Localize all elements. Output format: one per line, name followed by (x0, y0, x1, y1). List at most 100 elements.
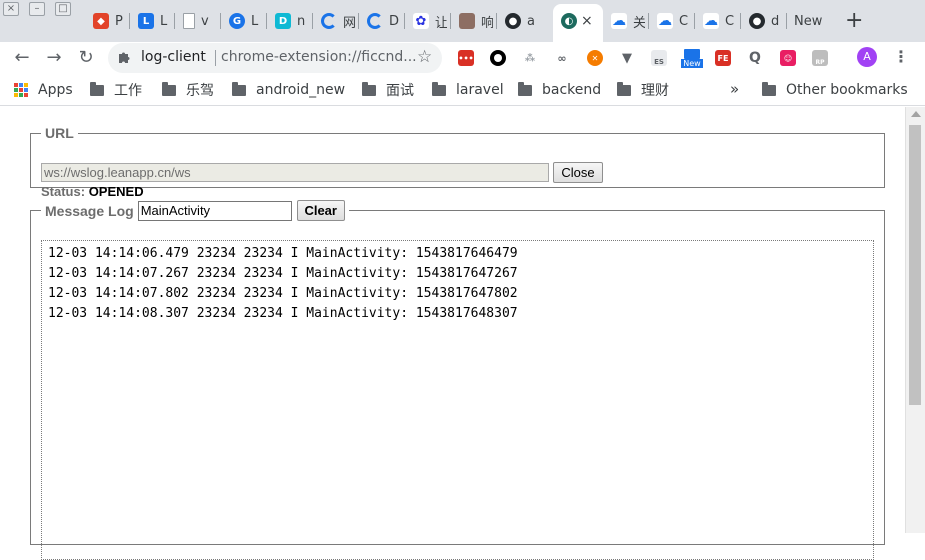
tab-title: D (389, 13, 400, 29)
clear-button[interactable]: Clear (296, 200, 345, 221)
address-url: chrome-extension://ficcnd... (221, 49, 417, 65)
puzzle-piece-icon (119, 52, 130, 63)
vr-icon[interactable]: ∞ (554, 50, 570, 66)
forward-arrow-icon[interactable]: → (42, 46, 66, 70)
extension-name: log-client (141, 49, 206, 65)
tablet-shape (684, 48, 700, 59)
tab-close-icon[interactable]: × (581, 13, 593, 29)
github-icon: ● (749, 13, 765, 29)
status-label: Status: (41, 184, 86, 199)
fe-icon[interactable]: FE (715, 50, 731, 66)
tab[interactable]: ◆ P (85, 8, 130, 34)
tab-title: 让 (435, 15, 447, 31)
log-line: 12-03 14:14:07.802 23234 23234 I MainAct… (48, 286, 518, 301)
reload-icon[interactable]: ↻ (74, 46, 98, 70)
vue-icon[interactable]: ▼ (619, 50, 635, 66)
new-tab-button[interactable]: + (845, 10, 863, 32)
tab-active[interactable]: ◐ × (553, 4, 603, 42)
tab[interactable]: ● d (741, 8, 787, 34)
more-menu-icon[interactable]: ⋮ (893, 47, 909, 67)
tab[interactable]: ✿ 让 (405, 8, 451, 34)
tab[interactable]: ☁ 关 (603, 8, 649, 34)
scroll-up-arrow-icon[interactable] (911, 111, 921, 117)
page-scrollbar[interactable] (905, 107, 925, 533)
search-q-icon[interactable]: Q (747, 50, 763, 66)
bookmark-label: 工作 (114, 83, 142, 99)
window-minimize-icon[interactable]: – (29, 2, 45, 16)
letter-d-icon: D (275, 13, 291, 29)
tab-title: C (679, 13, 689, 29)
es-label: ES (654, 58, 664, 66)
fe-label: FE (717, 53, 729, 63)
page-content: URL Close Status: OPENED Message Log Cle… (0, 107, 905, 560)
orange-cross-icon[interactable]: ✕ (587, 50, 603, 66)
profile-avatar[interactable]: A (857, 47, 877, 67)
tab-title: 关 (633, 15, 645, 31)
new-badge-icon[interactable]: New (681, 47, 703, 69)
globe-blue-icon: G (229, 13, 245, 29)
window-maximize-icon[interactable]: □ (55, 2, 71, 16)
status-line: Status: OPENED (41, 184, 144, 199)
address-divider (215, 50, 216, 66)
spinner-icon (367, 13, 383, 29)
browser-toolbar: ← → ↻ log-client chrome-extension://ficc… (0, 42, 925, 74)
log-line: 12-03 14:14:06.479 23234 23234 I MainAct… (48, 246, 518, 261)
bookmark-folder[interactable]: backend (518, 81, 601, 99)
tab[interactable]: G L (221, 8, 267, 34)
url-fieldset: URL Close Status: OPENED (30, 125, 885, 199)
cloud-icon: ☁ (657, 13, 673, 29)
folder-icon (90, 81, 104, 96)
back-arrow-icon[interactable]: ← (10, 46, 34, 70)
tab[interactable]: D (359, 8, 405, 34)
message-log-legend: Message Log Clear (41, 200, 349, 221)
bookmark-label: Apps (38, 82, 73, 98)
bookmark-folder[interactable]: 乐驾 (162, 81, 214, 99)
url-legend: URL (45, 125, 74, 141)
rp-icon[interactable]: RP (812, 50, 828, 66)
status-value: OPENED (88, 184, 144, 199)
tab[interactable]: v (175, 8, 221, 34)
es-icon[interactable]: ES (651, 50, 667, 66)
bookmark-apps[interactable]: Apps (14, 81, 73, 99)
avatar-thumb-icon (459, 13, 475, 29)
close-button[interactable]: Close (553, 162, 603, 183)
bookmarks-bar: Apps 工作 乐驾 android_new 面试 laravel backen… (0, 74, 925, 106)
tab[interactable]: 响 (451, 8, 497, 34)
bookmark-folder[interactable]: laravel (432, 81, 504, 99)
folder-icon (232, 81, 246, 96)
window-close-icon[interactable]: × (3, 2, 19, 16)
tab-title: n (297, 13, 306, 29)
pink-face-icon[interactable]: ☺ (780, 50, 796, 66)
tab[interactable]: New (787, 8, 833, 34)
scrollbar-thumb[interactable] (909, 125, 921, 405)
address-bar[interactable]: log-client chrome-extension://ficcnd... … (108, 43, 442, 73)
rp-label: RP (815, 59, 825, 66)
tab[interactable]: ● a (497, 8, 552, 34)
tab-title: v (201, 13, 209, 29)
tab[interactable]: ☁ C (695, 8, 741, 34)
tab[interactable]: L L (130, 8, 175, 34)
bookmarks-overflow-icon[interactable]: » (730, 80, 739, 98)
tree-icon[interactable]: ⁂ (522, 50, 538, 66)
tab[interactable]: D n (267, 8, 313, 34)
bookmark-folder[interactable]: 理财 (617, 81, 669, 99)
folder-icon (762, 81, 776, 96)
message-log-fieldset: Message Log Clear 12-03 14:14:06.479 232… (30, 200, 885, 560)
ring-icon[interactable] (490, 50, 506, 66)
bookmark-star-icon[interactable]: ☆ (417, 47, 432, 67)
bookmark-folder[interactable]: 工作 (90, 81, 142, 99)
tab[interactable]: 网 (313, 8, 359, 34)
bookmark-other[interactable]: Other bookmarks (762, 81, 908, 99)
tab-title: a (527, 13, 535, 29)
tab[interactable]: ☁ C (649, 8, 695, 34)
ws-url-input[interactable] (41, 163, 549, 182)
folder-icon (518, 81, 532, 96)
filter-input[interactable] (137, 200, 292, 221)
cloud-icon: ☁ (611, 13, 627, 29)
bookmark-folder[interactable]: android_new (232, 81, 345, 99)
cloud-icon: ☁ (703, 13, 719, 29)
avatar-letter: A (863, 50, 871, 63)
folder-icon (432, 81, 446, 96)
bookmark-folder[interactable]: 面试 (362, 81, 414, 99)
lastpass-icon[interactable]: ••• (458, 50, 474, 66)
